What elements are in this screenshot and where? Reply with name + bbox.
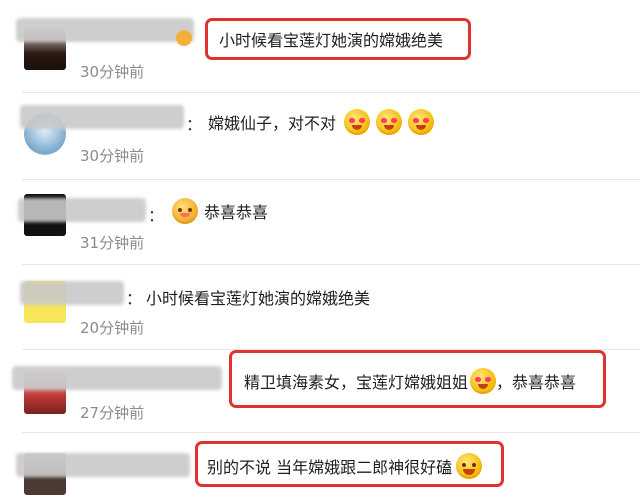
- comment-text-content: 嫦娥仙子，对不对: [208, 114, 337, 133]
- username-blurred[interactable]: [16, 453, 190, 477]
- comment-text: 恭喜恭喜: [172, 198, 268, 224]
- comment-text: 嫦娥仙子，对不对: [208, 109, 435, 135]
- colon-separator: ：: [126, 289, 143, 308]
- comment-item: ： 嫦娥仙子，对不对 30分钟前: [0, 93, 640, 179]
- comment-item: ： 恭喜恭喜 31分钟前: [0, 180, 640, 264]
- username-blurred[interactable]: [18, 198, 146, 222]
- comment-item: ： 小时候看宝莲灯她演的嫦娥绝美 20分钟前: [0, 265, 640, 349]
- heart-eyes-emoji: [344, 109, 371, 135]
- comment-time: 31分钟前: [80, 234, 145, 252]
- colon-separator: ：: [148, 206, 165, 225]
- comment-text: 小时候看宝莲灯她演的嫦娥绝美: [146, 285, 370, 309]
- highlight-box: [229, 350, 606, 408]
- highlight-box: [205, 18, 471, 60]
- comment-item: 小时候看宝莲灯她演的嫦娥绝美 30分钟前: [0, 0, 640, 90]
- colon-separator: ：: [186, 115, 203, 134]
- heart-eyes-emoji: [376, 109, 403, 135]
- heart-eyes-emoji: [408, 109, 435, 135]
- comment-item: 别的不说 当年嫦娥跟二郎神很好磕: [0, 433, 640, 495]
- username-blurred[interactable]: [20, 281, 124, 305]
- comment-time: 20分钟前: [80, 319, 145, 337]
- username-blurred[interactable]: [12, 366, 222, 390]
- blush-emoji: [172, 198, 198, 224]
- highlight-box: [195, 441, 504, 487]
- username-blurred[interactable]: [20, 105, 184, 129]
- username-blurred[interactable]: [16, 18, 194, 42]
- comment-time: 27分钟前: [80, 404, 145, 422]
- comment-item: 精卫填海素女，宝莲灯嫦娥姐姐 ，恭喜恭喜 27分钟前: [0, 350, 640, 432]
- comment-text-content: 小时候看宝莲灯她演的嫦娥绝美: [146, 289, 371, 308]
- badge-icon: [176, 30, 192, 46]
- comment-time: 30分钟前: [80, 147, 145, 165]
- comment-text-content: 恭喜恭喜: [204, 203, 269, 222]
- comment-time: 30分钟前: [80, 63, 145, 81]
